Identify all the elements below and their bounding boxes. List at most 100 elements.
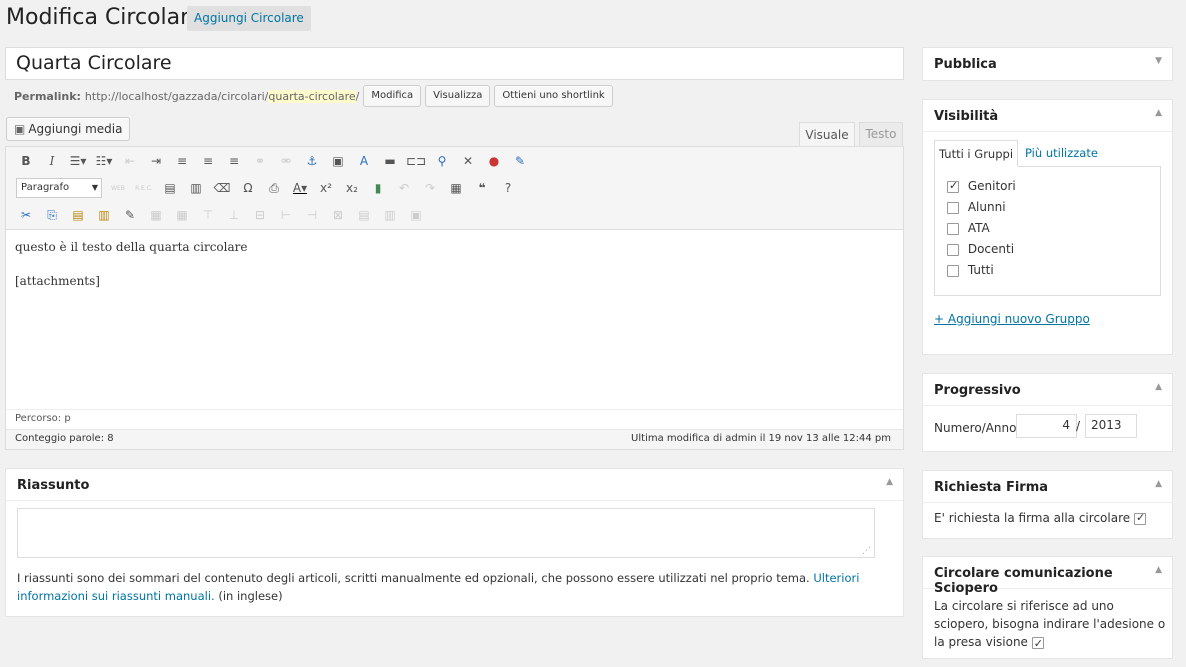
group-checkbox[interactable] xyxy=(947,222,959,235)
strike-checkbox[interactable] xyxy=(1031,635,1044,653)
redo-icon[interactable]: ↷ xyxy=(420,178,440,198)
collapse-arrow-icon[interactable]: ▲ xyxy=(1155,479,1162,489)
collapse-arrow-icon[interactable]: ▲ xyxy=(1155,108,1162,118)
add-media-button[interactable]: ▣ Aggiungi media xyxy=(6,117,131,141)
delete-col-icon[interactable]: ⊠ xyxy=(328,205,348,225)
styles-icon[interactable]: A xyxy=(354,151,374,171)
post-title-input[interactable]: Quarta Circolare xyxy=(5,47,904,80)
text-color-icon[interactable]: A▾ xyxy=(290,178,310,198)
merge-cells-icon[interactable]: ▤ xyxy=(354,205,374,225)
undo-icon[interactable]: ↶ xyxy=(394,178,414,198)
group-checkbox[interactable] xyxy=(947,201,959,214)
expand-arrow-icon[interactable]: ▼ xyxy=(1155,56,1162,66)
paste-special-icon[interactable]: ▥ xyxy=(94,205,114,225)
acronym-icon[interactable]: R.E.C. xyxy=(134,178,154,198)
bold-icon[interactable]: B xyxy=(16,151,36,171)
collapse-arrow-icon[interactable]: ▲ xyxy=(1155,565,1162,575)
groups-list: Genitori Alunni ATA Docenti Tutti xyxy=(934,166,1161,296)
align-right-icon[interactable]: ≡ xyxy=(224,151,244,171)
anchor-icon[interactable]: ⚓ xyxy=(302,151,322,171)
bullet-list-icon[interactable]: ☰▾ xyxy=(68,151,88,171)
group-item[interactable]: Genitori xyxy=(947,179,1160,200)
tab-text[interactable]: Testo xyxy=(859,122,903,146)
permalink-slug[interactable]: quarta-circolare xyxy=(268,89,356,103)
progressive-header[interactable]: Progressivo ▲ xyxy=(923,374,1172,406)
row-after-icon[interactable]: ⊥ xyxy=(224,205,244,225)
add-circolare-button[interactable]: Aggiungi Circolare xyxy=(187,6,311,31)
italic-icon[interactable]: I xyxy=(42,151,62,171)
subscript-icon[interactable]: x₂ xyxy=(342,178,362,198)
collapse-arrow-icon[interactable]: ▲ xyxy=(886,477,893,487)
progressive-title: Progressivo xyxy=(934,383,1021,398)
add-group-link[interactable]: + Aggiungi nuovo Gruppo xyxy=(934,312,1090,326)
format-select[interactable]: Paragrafo ▼ xyxy=(16,178,102,198)
strike-header[interactable]: Circolare comunicazione Sciopero ▲ xyxy=(923,557,1172,596)
abbr-icon[interactable]: WEB xyxy=(108,178,128,198)
resize-handle-icon[interactable]: ⋰ xyxy=(862,546,871,556)
paste-icon[interactable]: ▤ xyxy=(68,205,88,225)
edit-icon[interactable]: ✎ xyxy=(120,205,140,225)
split-cells-icon[interactable]: ▥ xyxy=(380,205,400,225)
pencil-icon[interactable]: ✎ xyxy=(510,151,530,171)
group-item[interactable]: Tutti xyxy=(947,263,1160,284)
indent-icon[interactable]: ⇥ xyxy=(146,151,166,171)
numbered-list-icon[interactable]: ☷▾ xyxy=(94,151,114,171)
special-char-icon[interactable]: Ω xyxy=(238,178,258,198)
media-embed-icon[interactable]: ▮ xyxy=(368,178,388,198)
editor-content-area[interactable]: questo è il testo della quarta circolare… xyxy=(6,229,903,409)
tab-visual[interactable]: Visuale xyxy=(799,122,855,147)
signature-header[interactable]: Richiesta Firma ▲ xyxy=(923,471,1172,503)
signature-title: Richiesta Firma xyxy=(934,480,1049,495)
find-icon[interactable]: ⚲ xyxy=(432,151,452,171)
tab-most-used[interactable]: Più utilizzate xyxy=(1025,146,1098,160)
page-break-icon[interactable]: ⊏⊐ xyxy=(406,151,426,171)
horizontal-rule-icon[interactable]: ▬ xyxy=(380,151,400,171)
outdent-icon[interactable]: ⇤ xyxy=(120,151,140,171)
copy-icon[interactable]: ⎘ xyxy=(42,205,62,225)
table-props-icon[interactable]: ▦ xyxy=(172,205,192,225)
group-item[interactable]: Docenti xyxy=(947,242,1160,263)
plugin-icon[interactable]: ● xyxy=(484,151,504,171)
table-icon[interactable]: ▦ xyxy=(146,205,166,225)
group-label: Tutti xyxy=(967,263,994,277)
fullscreen-icon[interactable]: ✕ xyxy=(458,151,478,171)
align-left-icon[interactable]: ≡ xyxy=(172,151,192,171)
paste-text-icon[interactable]: ▤ xyxy=(160,178,180,198)
group-item[interactable]: Alunni xyxy=(947,200,1160,221)
paste-word-icon[interactable]: ▥ xyxy=(186,178,206,198)
get-shortlink-button[interactable]: Ottieni uno shortlink xyxy=(494,85,613,107)
group-checkbox[interactable] xyxy=(947,243,959,256)
group-item[interactable]: ATA xyxy=(947,221,1160,242)
cell-props-icon[interactable]: ▣ xyxy=(406,205,426,225)
unlink-icon[interactable]: ⚮ xyxy=(276,151,296,171)
insert-date-icon[interactable]: ▦ xyxy=(446,178,466,198)
year-input[interactable]: 2013 xyxy=(1085,414,1137,438)
tab-all-groups[interactable]: Tutti i Gruppi xyxy=(934,140,1019,167)
edit-permalink-button[interactable]: Modifica xyxy=(363,85,422,107)
publish-header[interactable]: Pubblica ▼ xyxy=(923,48,1172,80)
number-input[interactable]: 4 xyxy=(1016,414,1077,438)
visibility-box: Visibilità ▲ Tutti i Gruppi Più utilizza… xyxy=(922,99,1173,355)
delete-row-icon[interactable]: ⊟ xyxy=(250,205,270,225)
col-before-icon[interactable]: ⊢ xyxy=(276,205,296,225)
view-post-button[interactable]: Visualizza xyxy=(425,85,491,107)
col-after-icon[interactable]: ⊣ xyxy=(302,205,322,225)
excerpt-header[interactable]: Riassunto ▲ xyxy=(6,469,903,501)
link-icon[interactable]: ⚭ xyxy=(250,151,270,171)
collapse-arrow-icon[interactable]: ▲ xyxy=(1155,382,1162,392)
signature-checkbox[interactable] xyxy=(1133,511,1146,525)
eraser-icon[interactable]: ⌫ xyxy=(212,178,232,198)
blockquote-icon[interactable]: ❝ xyxy=(472,178,492,198)
print-icon[interactable]: ⎙ xyxy=(264,178,284,198)
help-icon[interactable]: ? xyxy=(498,178,518,198)
excerpt-textarea[interactable]: ⋰ xyxy=(17,508,875,558)
align-center-icon[interactable]: ≡ xyxy=(198,151,218,171)
row-before-icon[interactable]: ⊤ xyxy=(198,205,218,225)
superscript-icon[interactable]: x² xyxy=(316,178,336,198)
group-checkbox[interactable] xyxy=(947,179,959,193)
cut-icon[interactable]: ✂ xyxy=(16,205,36,225)
group-checkbox[interactable] xyxy=(947,264,959,277)
editor-path: Percorso: p xyxy=(6,409,903,429)
image-icon[interactable]: ▣ xyxy=(328,151,348,171)
visibility-header[interactable]: Visibilità ▲ xyxy=(923,100,1172,132)
